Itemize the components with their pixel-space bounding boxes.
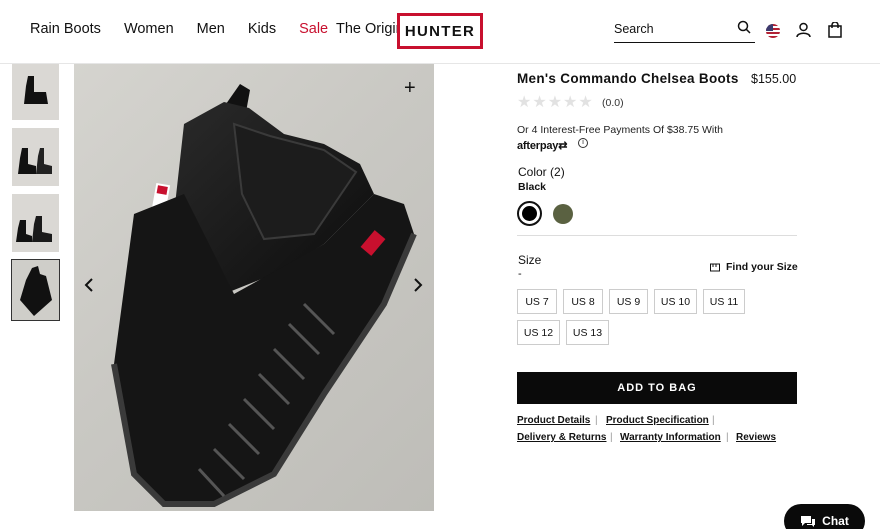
ruler-icon xyxy=(710,263,720,272)
link-separator: | xyxy=(712,415,715,426)
size-us-8[interactable]: US 8 xyxy=(563,289,603,314)
size-us-10[interactable]: US 10 xyxy=(654,289,697,314)
link-separator: | xyxy=(610,432,613,443)
nav-the-original[interactable]: The Original xyxy=(336,21,398,37)
product-specification-link[interactable]: Product Specification xyxy=(606,415,709,426)
star-icon: ★ xyxy=(532,94,547,111)
divider xyxy=(517,235,797,236)
chevron-right-icon[interactable] xyxy=(413,278,423,297)
star-icon: ★ xyxy=(517,94,532,111)
size-us-13[interactable]: US 13 xyxy=(566,320,609,345)
size-label: Size xyxy=(518,253,542,267)
site-header: Rain Boots Women Men Kids Sale The Origi… xyxy=(0,0,880,64)
star-icon: ★ xyxy=(547,94,563,111)
info-icon[interactable]: i xyxy=(578,138,588,148)
product-price: $155.00 xyxy=(751,72,797,86)
size-us-12[interactable]: US 12 xyxy=(517,320,560,345)
size-value: - xyxy=(518,268,522,280)
star-icon: ★ xyxy=(563,94,578,111)
nav-rain-boots[interactable]: Rain Boots xyxy=(30,21,101,37)
size-us-9[interactable]: US 9 xyxy=(609,289,648,314)
chat-bubble-icon xyxy=(801,515,816,527)
chevron-left-icon[interactable] xyxy=(84,278,94,297)
find-your-size-text: Find your Size xyxy=(726,261,798,273)
star-rating[interactable]: ★ ★ ★ ★ ★ xyxy=(517,95,593,111)
account-icon[interactable] xyxy=(796,22,811,43)
color-value: Black xyxy=(518,181,547,193)
product-main-image[interactable] xyxy=(74,64,434,511)
product-title: Men's Commando Chelsea Boots xyxy=(517,71,739,86)
add-to-bag-button[interactable]: ADD TO BAG xyxy=(517,372,797,404)
chat-button[interactable]: Chat xyxy=(784,504,865,529)
zoom-plus-icon[interactable]: + xyxy=(404,78,416,98)
link-separator: | xyxy=(726,432,729,443)
thumbnail-3[interactable] xyxy=(12,194,59,252)
main-nav: Rain Boots Women Men Kids Sale xyxy=(30,21,351,37)
afterpay-logo: afterpay⇄ xyxy=(517,139,567,152)
search-input[interactable]: Search xyxy=(614,18,755,43)
us-flag-icon[interactable] xyxy=(766,24,780,38)
hunter-logo[interactable]: HUNTER xyxy=(397,13,483,49)
nav-women[interactable]: Women xyxy=(124,21,174,37)
color-count: (2) xyxy=(550,165,565,179)
afterpay-text: Or 4 Interest-Free Payments Of $38.75 Wi… xyxy=(517,124,723,136)
nav-kids[interactable]: Kids xyxy=(248,21,276,37)
star-icon: ★ xyxy=(578,94,593,111)
swatch-olive[interactable] xyxy=(553,204,573,224)
swatch-black[interactable] xyxy=(517,201,542,226)
size-us-11[interactable]: US 11 xyxy=(703,289,745,314)
afterpay-brand: afterpay xyxy=(517,140,559,152)
color-label: Color (2) xyxy=(518,165,565,179)
shopping-bag-icon[interactable] xyxy=(828,21,842,43)
product-details-link[interactable]: Product Details xyxy=(517,415,590,426)
logo-text: HUNTER xyxy=(404,22,476,40)
afterpay-arrows-icon: ⇄ xyxy=(558,140,568,152)
search-label: Search xyxy=(614,22,654,36)
rating-value[interactable]: (0.0) xyxy=(602,97,624,109)
thumbnail-4[interactable] xyxy=(11,259,60,321)
search-icon[interactable] xyxy=(737,20,751,39)
color-label-text: Color xyxy=(518,165,547,179)
reviews-link[interactable]: Reviews xyxy=(736,432,776,443)
delivery-returns-link[interactable]: Delivery & Returns xyxy=(517,432,606,443)
thumbnail-1[interactable] xyxy=(12,64,59,120)
nav-sale[interactable]: Sale xyxy=(299,21,328,37)
chat-label: Chat xyxy=(822,514,849,528)
warranty-information-link[interactable]: Warranty Information xyxy=(620,432,721,443)
link-separator: | xyxy=(595,415,598,426)
size-us-7[interactable]: US 7 xyxy=(517,289,557,314)
find-your-size-link[interactable]: Find your Size xyxy=(710,261,798,273)
thumbnail-2[interactable] xyxy=(12,128,59,186)
nav-men[interactable]: Men xyxy=(197,21,225,37)
